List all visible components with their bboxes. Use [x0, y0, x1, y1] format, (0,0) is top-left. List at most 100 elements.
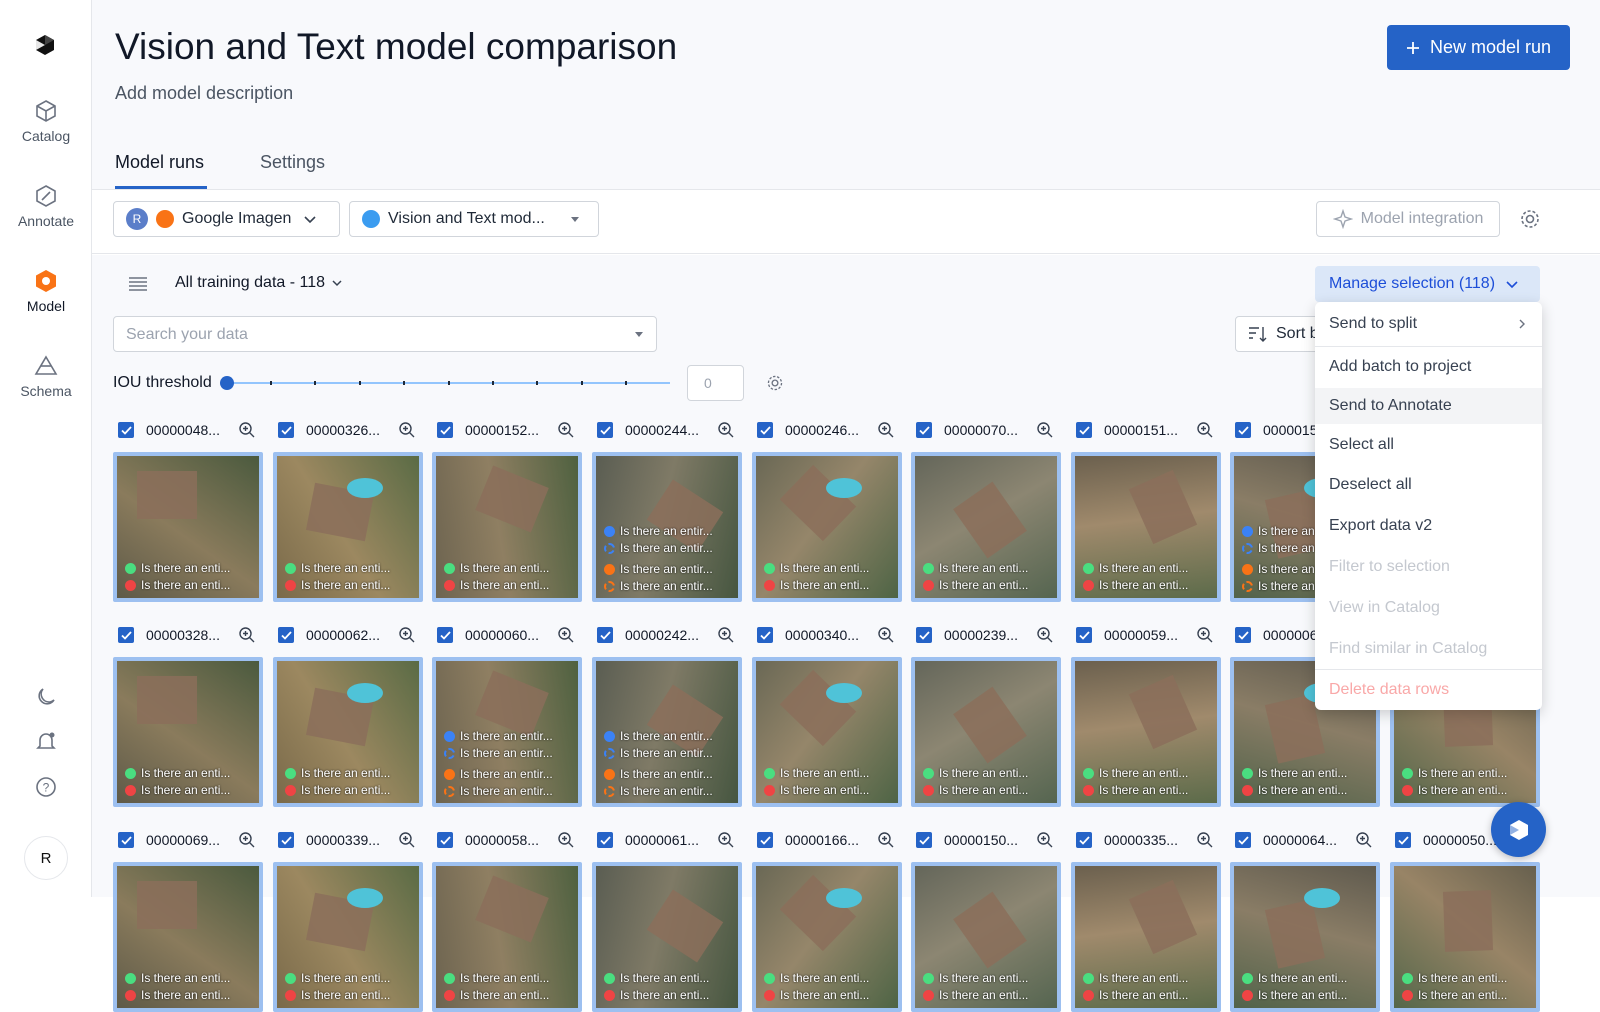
row-checkbox[interactable] — [437, 832, 453, 848]
sidebar-item-schema[interactable]: Schema — [0, 353, 92, 399]
row-checkbox[interactable] — [757, 422, 773, 438]
aerial-image-thumbnail[interactable]: Is there an enti... Is there an enti... — [273, 862, 423, 1012]
row-checkbox[interactable] — [278, 422, 294, 438]
sort-button[interactable]: Sort b — [1235, 316, 1325, 352]
zoom-in-icon[interactable] — [557, 626, 575, 644]
menu-item-find-similar-in-catalog[interactable]: Find similar in Catalog — [1315, 631, 1542, 667]
zoom-in-icon[interactable] — [238, 626, 256, 644]
row-checkbox[interactable] — [1395, 832, 1411, 848]
aerial-image-thumbnail[interactable]: Is there an enti... Is there an enti... — [432, 862, 582, 1012]
aerial-image-thumbnail[interactable]: Is there an enti... Is there an enti... — [592, 862, 742, 1012]
aerial-image-thumbnail[interactable]: Is there an entir... Is there an entir...… — [592, 657, 742, 807]
row-checkbox[interactable] — [597, 832, 613, 848]
menu-item-send-to-annotate[interactable]: Send to Annotate — [1315, 388, 1542, 424]
menu-item-deselect-all[interactable]: Deselect all — [1315, 467, 1542, 503]
dark-mode-toggle[interactable] — [0, 686, 92, 713]
row-checkbox[interactable] — [278, 627, 294, 643]
aerial-image-thumbnail[interactable]: Is there an enti... Is there an enti... — [752, 862, 902, 1012]
zoom-in-icon[interactable] — [238, 421, 256, 439]
dataset-select[interactable]: All training data - 118 — [175, 274, 343, 292]
zoom-in-icon[interactable] — [1196, 421, 1214, 439]
help-chat-button[interactable] — [1491, 802, 1546, 857]
row-checkbox[interactable] — [437, 422, 453, 438]
zoom-in-icon[interactable] — [398, 421, 416, 439]
zoom-in-icon[interactable] — [557, 421, 575, 439]
search-input[interactable]: Search your data — [113, 316, 657, 352]
iou-settings-gear-icon[interactable] — [766, 374, 784, 392]
row-checkbox[interactable] — [1076, 422, 1092, 438]
aerial-image-thumbnail[interactable]: Is there an enti... Is there an enti... — [1071, 657, 1221, 807]
iou-threshold-input[interactable]: 0 — [687, 365, 744, 401]
menu-item-view-in-catalog[interactable]: View in Catalog — [1315, 590, 1542, 626]
zoom-in-icon[interactable] — [1196, 831, 1214, 849]
zoom-in-icon[interactable] — [1196, 626, 1214, 644]
menu-item-delete-data-rows[interactable]: Delete data rows — [1315, 672, 1542, 708]
aerial-image-thumbnail[interactable]: Is there an enti... Is there an enti... — [273, 657, 423, 807]
new-model-run-button[interactable]: New model run — [1387, 25, 1570, 70]
menu-item-select-all[interactable]: Select all — [1315, 427, 1542, 463]
sidebar-item-catalog[interactable]: Catalog — [0, 98, 92, 144]
row-checkbox[interactable] — [1076, 832, 1092, 848]
menu-item-export-data-v2[interactable]: Export data v2 — [1315, 508, 1542, 544]
model-run-select[interactable]: Vision and Text mod... — [349, 201, 599, 237]
zoom-in-icon[interactable] — [877, 421, 895, 439]
row-checkbox[interactable] — [437, 627, 453, 643]
aerial-image-thumbnail[interactable]: Is there an enti... Is there an enti... — [113, 862, 263, 1012]
zoom-in-icon[interactable] — [1036, 831, 1054, 849]
aerial-image-thumbnail[interactable]: Is there an enti... Is there an enti... — [1230, 862, 1380, 1012]
row-checkbox[interactable] — [118, 627, 134, 643]
zoom-in-icon[interactable] — [1036, 421, 1054, 439]
sidebar-item-annotate[interactable]: Annotate — [0, 183, 92, 229]
row-checkbox[interactable] — [278, 832, 294, 848]
row-checkbox[interactable] — [118, 422, 134, 438]
aerial-image-thumbnail[interactable]: Is there an enti... Is there an enti... — [273, 452, 423, 602]
tab-model-runs[interactable]: Model runs — [115, 152, 204, 173]
row-checkbox[interactable] — [1235, 422, 1251, 438]
menu-item-add-batch-to-project[interactable]: Add batch to project — [1315, 349, 1542, 385]
app-logo-icon[interactable] — [32, 32, 58, 58]
menu-item-filter-to-selection[interactable]: Filter to selection — [1315, 549, 1542, 585]
row-checkbox[interactable] — [597, 422, 613, 438]
row-checkbox[interactable] — [1076, 627, 1092, 643]
manage-selection-button[interactable]: Manage selection (118) — [1315, 266, 1540, 302]
model-integration-button[interactable]: Model integration — [1316, 201, 1500, 237]
aerial-image-thumbnail[interactable]: Is there an enti... Is there an enti... — [113, 657, 263, 807]
row-checkbox[interactable] — [757, 627, 773, 643]
row-checkbox[interactable] — [757, 832, 773, 848]
list-menu-icon[interactable] — [128, 276, 148, 292]
aerial-image-thumbnail[interactable]: Is there an enti... Is there an enti... — [911, 862, 1061, 1012]
zoom-in-icon[interactable] — [877, 626, 895, 644]
row-checkbox[interactable] — [1235, 627, 1251, 643]
avatar[interactable]: R — [24, 836, 68, 880]
model-select[interactable]: R Google Imagen — [113, 201, 340, 237]
zoom-in-icon[interactable] — [398, 831, 416, 849]
zoom-in-icon[interactable] — [1036, 626, 1054, 644]
zoom-in-icon[interactable] — [398, 626, 416, 644]
menu-item-send-to-split[interactable]: Send to split — [1315, 306, 1542, 342]
aerial-image-thumbnail[interactable]: Is there an enti... Is there an enti... — [911, 657, 1061, 807]
zoom-in-icon[interactable] — [717, 626, 735, 644]
zoom-in-icon[interactable] — [557, 831, 575, 849]
model-description[interactable]: Add model description — [115, 83, 293, 104]
aerial-image-thumbnail[interactable]: Is there an enti... Is there an enti... — [432, 452, 582, 602]
notifications-button[interactable] — [0, 730, 92, 757]
aerial-image-thumbnail[interactable]: Is there an enti... Is there an enti... — [752, 452, 902, 602]
zoom-in-icon[interactable] — [717, 831, 735, 849]
slider-handle[interactable] — [220, 376, 234, 390]
aerial-image-thumbnail[interactable]: Is there an entir... Is there an entir...… — [432, 657, 582, 807]
zoom-in-icon[interactable] — [877, 831, 895, 849]
tab-settings[interactable]: Settings — [260, 152, 325, 173]
zoom-in-icon[interactable] — [1355, 831, 1373, 849]
iou-threshold-slider[interactable] — [220, 376, 670, 390]
aerial-image-thumbnail[interactable]: Is there an enti... Is there an enti... — [1071, 862, 1221, 1012]
aerial-image-thumbnail[interactable]: Is there an enti... Is there an enti... — [113, 452, 263, 602]
row-checkbox[interactable] — [916, 627, 932, 643]
aerial-image-thumbnail[interactable]: Is there an entir... Is there an entir...… — [592, 452, 742, 602]
aerial-image-thumbnail[interactable]: Is there an enti... Is there an enti... — [1071, 452, 1221, 602]
row-checkbox[interactable] — [1235, 832, 1251, 848]
aerial-image-thumbnail[interactable]: Is there an enti... Is there an enti... — [752, 657, 902, 807]
gear-icon[interactable] — [1519, 208, 1541, 230]
row-checkbox[interactable] — [118, 832, 134, 848]
zoom-in-icon[interactable] — [238, 831, 256, 849]
help-button[interactable]: ? — [0, 776, 92, 803]
